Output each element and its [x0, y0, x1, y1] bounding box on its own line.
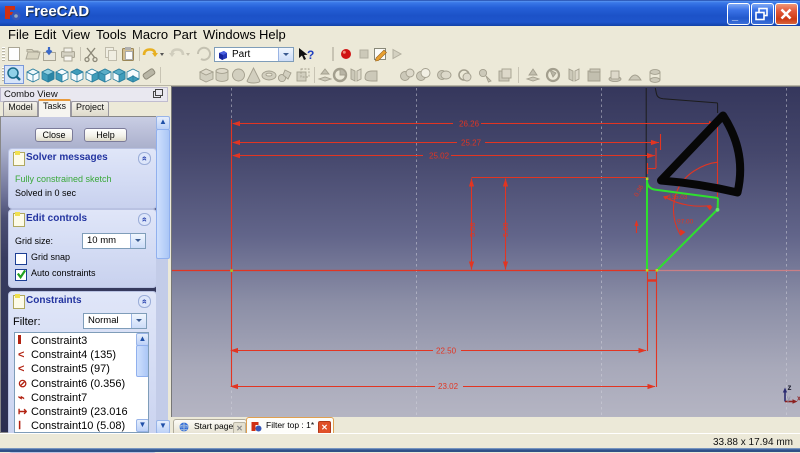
svg-text:0.36: 0.36: [633, 184, 645, 199]
svg-text:5.08: 5.08: [468, 222, 477, 237]
svg-text:23.02: 23.02: [438, 382, 459, 391]
svg-text:25.02: 25.02: [429, 152, 450, 161]
svg-text:5.08: 5.08: [501, 222, 510, 237]
svg-text:25.27: 25.27: [461, 139, 482, 148]
svg-text:97.00: 97.00: [677, 219, 694, 226]
svg-text:26.26: 26.26: [459, 120, 480, 129]
svg-text:z: z: [788, 383, 792, 392]
svg-text:135.03: 135.03: [668, 194, 688, 201]
svg-text:?: ?: [307, 48, 314, 62]
svg-text:y: y: [787, 396, 791, 403]
svg-text:22.50: 22.50: [436, 347, 457, 356]
